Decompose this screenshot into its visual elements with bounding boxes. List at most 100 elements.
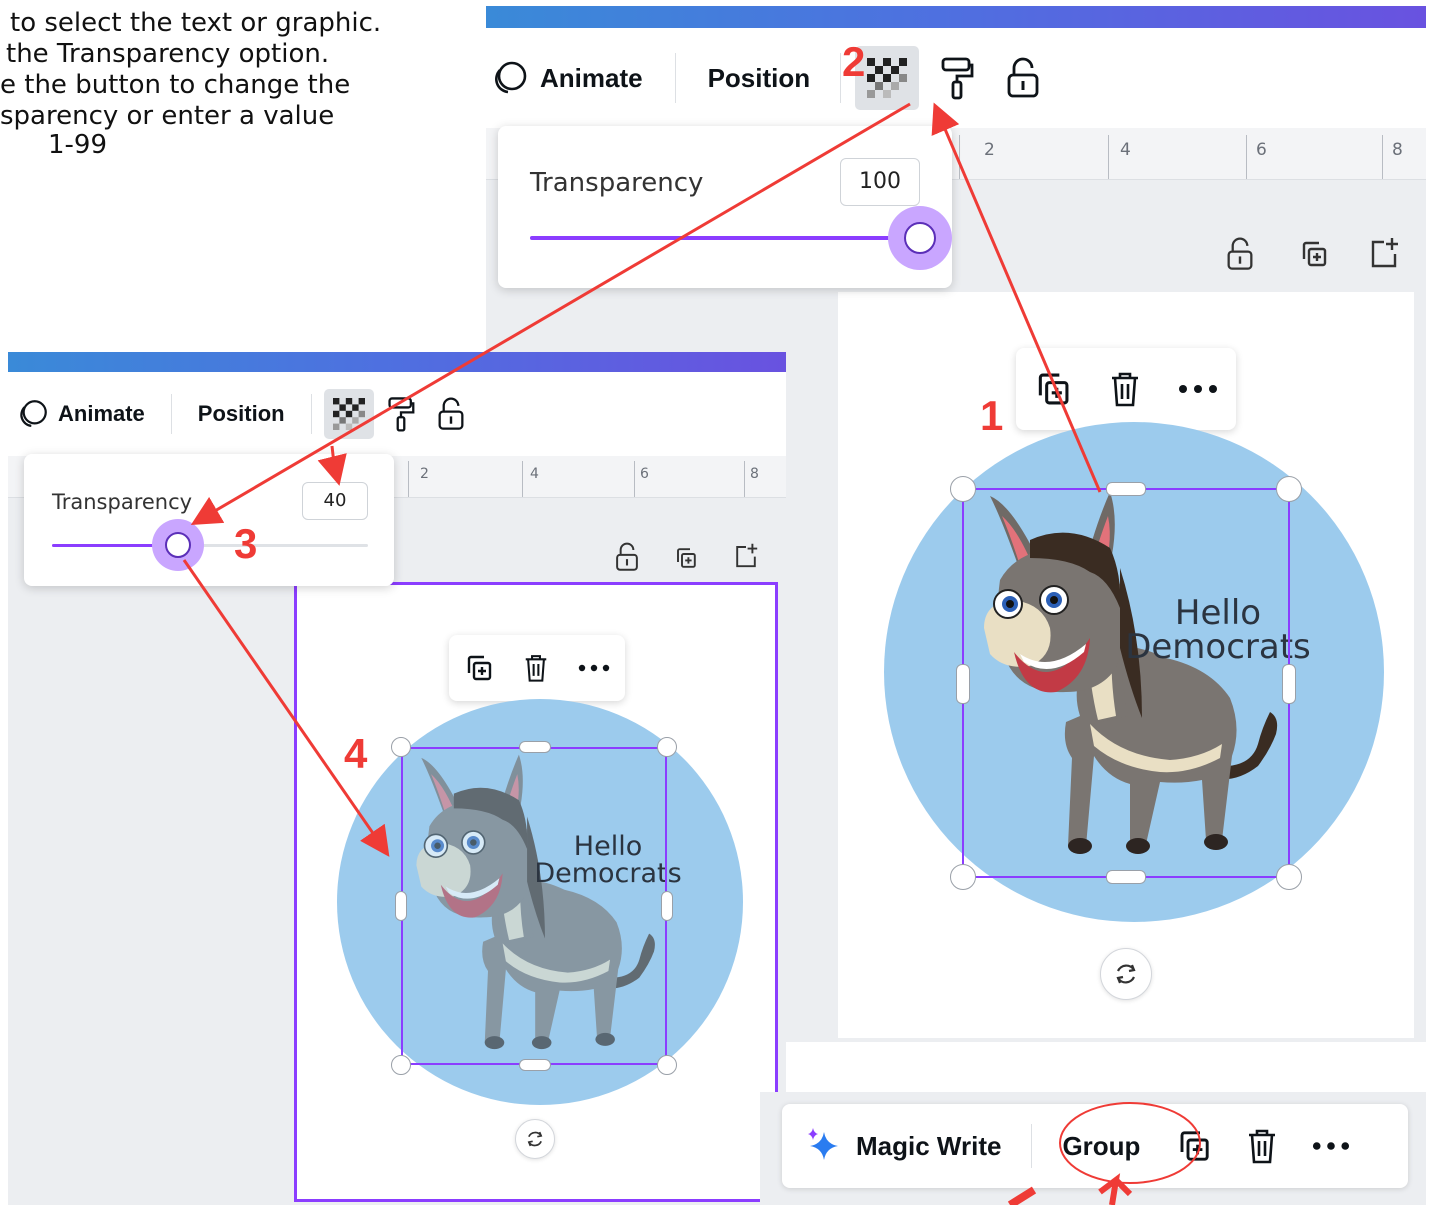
element-toolbar [1016, 348, 1236, 430]
instruction-line: 1-99 [48, 130, 108, 158]
checkerboard-icon [867, 58, 908, 98]
duplicate-icon [1299, 239, 1329, 269]
ruler-number: 4 [530, 466, 539, 482]
slider-knob[interactable] [904, 222, 936, 254]
paint-roller-icon [940, 56, 974, 100]
duplicate-page-button[interactable] [672, 544, 700, 572]
resize-handle[interactable] [956, 664, 970, 704]
lock-icon [1226, 237, 1254, 271]
resize-handle[interactable] [1276, 864, 1302, 890]
transparency-value-input[interactable]: 40 [302, 482, 368, 520]
position-label: Position [197, 401, 285, 426]
magic-write-button[interactable]: Magic Write [804, 1126, 1001, 1166]
resize-handle[interactable] [1106, 870, 1146, 884]
duplicate-icon [464, 653, 494, 683]
resize-handle[interactable] [1282, 664, 1296, 704]
lock-page-button[interactable] [612, 540, 642, 574]
position-button[interactable]: Position [708, 63, 811, 94]
resize-handle[interactable] [657, 737, 677, 757]
delete-element-button[interactable] [1246, 1127, 1278, 1165]
more-icon [1178, 384, 1218, 394]
transparency-label: Transparency [530, 168, 704, 198]
instruction-line: the Transparency option. [6, 39, 330, 69]
ruler-number: 8 [1392, 140, 1403, 160]
paint-roller-button[interactable] [378, 396, 424, 432]
canvas-page[interactable]: Hello Democrats [294, 582, 778, 1202]
ruler-number: 2 [984, 140, 995, 160]
resize-handle[interactable] [395, 891, 407, 921]
duplicate-element-button[interactable] [1176, 1128, 1212, 1164]
transparency-slider[interactable] [530, 236, 920, 240]
resize-handle[interactable] [1106, 482, 1146, 496]
lock-page-button[interactable] [1222, 234, 1258, 274]
instructions-text: to select the text or graphic. the Trans… [0, 8, 470, 158]
transparency-popup: Transparency 40 [24, 454, 394, 586]
more-options-button[interactable] [1312, 1141, 1350, 1151]
element-toolbar [449, 635, 625, 701]
trash-icon [1246, 1127, 1278, 1165]
bottom-toolbar-area: Magic Write Group [760, 1092, 1426, 1205]
resize-handle[interactable] [950, 864, 976, 890]
duplicate-page-button[interactable] [1296, 236, 1332, 272]
delete-element-button[interactable] [523, 653, 549, 683]
trash-icon [523, 653, 549, 683]
resize-handle[interactable] [950, 476, 976, 502]
transparency-slider[interactable] [52, 544, 368, 547]
add-page-button[interactable] [732, 540, 760, 570]
selection-box [962, 488, 1290, 878]
group-button[interactable]: Group [1062, 1131, 1140, 1162]
animate-button[interactable]: Animate [16, 397, 145, 431]
transparency-label: Transparency [52, 490, 193, 514]
animate-label: Animate [540, 62, 643, 93]
animate-button[interactable]: Animate [490, 58, 643, 98]
sparkle-icon [804, 1126, 844, 1166]
lock-icon [615, 542, 639, 572]
resize-handle[interactable] [1276, 476, 1302, 502]
transparency-popup: Transparency 100 [498, 126, 952, 288]
step-number-4: 4 [344, 730, 368, 777]
ruler-number: 6 [640, 466, 649, 482]
resize-handle[interactable] [661, 891, 673, 921]
resize-handle[interactable] [519, 741, 551, 753]
animate-label: Animate [58, 401, 145, 426]
lock-icon [1006, 57, 1040, 99]
resize-handle[interactable] [391, 737, 411, 757]
lock-button[interactable] [993, 57, 1053, 99]
animate-icon [16, 397, 50, 431]
lock-button[interactable] [428, 397, 474, 431]
transparency-value-input[interactable]: 100 [840, 158, 920, 206]
canvas-page[interactable]: Hello Democrats [838, 292, 1414, 1038]
top-toolbar: Animate Position [8, 372, 786, 456]
resize-handle[interactable] [657, 1055, 677, 1075]
resize-handle[interactable] [519, 1059, 551, 1071]
slider-fill [530, 236, 920, 240]
add-page-button[interactable] [1366, 234, 1402, 270]
delete-element-button[interactable] [1109, 370, 1141, 408]
top-toolbar: Animate Position [486, 28, 1426, 128]
more-icon [1312, 1141, 1350, 1151]
duplicate-icon [1034, 370, 1072, 408]
instruction-line: e the button to change the [0, 70, 351, 100]
more-options-button[interactable] [1178, 384, 1218, 394]
transparency-button[interactable] [323, 389, 374, 439]
rotate-button[interactable] [1100, 948, 1152, 1000]
rotate-button[interactable] [515, 1119, 555, 1159]
selection-box [401, 747, 667, 1065]
position-button[interactable]: Position [198, 401, 285, 427]
duplicate-element-button[interactable] [1034, 370, 1072, 408]
more-icon [578, 664, 610, 672]
animate-icon [490, 58, 530, 98]
paint-roller-button[interactable] [927, 56, 987, 100]
instruction-line: to select the text or graphic. [10, 8, 382, 38]
add-page-icon [734, 542, 758, 568]
step-number-1: 1 [980, 392, 1004, 439]
more-options-button[interactable] [578, 664, 610, 672]
duplicate-icon [674, 546, 698, 570]
ruler-number: 6 [1256, 140, 1267, 160]
ruler-number: 2 [420, 466, 429, 482]
add-page-icon [1369, 236, 1399, 268]
resize-handle[interactable] [391, 1055, 411, 1075]
step-number-2: 2 [842, 38, 866, 85]
ruler-number: 4 [1120, 140, 1131, 160]
duplicate-element-button[interactable] [464, 653, 494, 683]
